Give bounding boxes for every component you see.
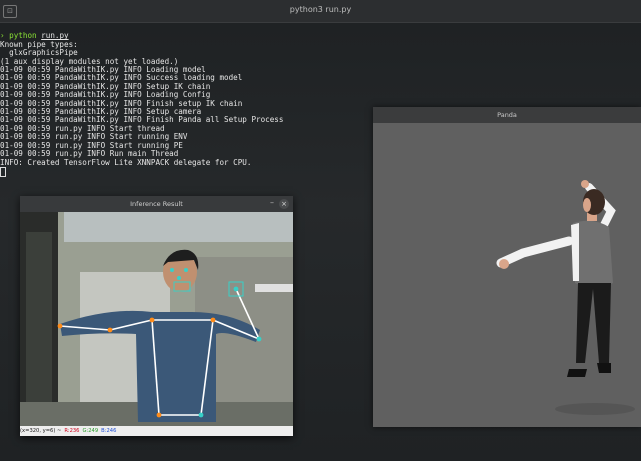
- terminal-output[interactable]: › python run.py Known pipe types: glxGrap…: [0, 24, 283, 194]
- cursor-coords: (x=320, y=6) ~: [20, 428, 62, 434]
- panda-3d-viewport[interactable]: [373, 123, 641, 427]
- terminal-line: INFO: Created TensorFlow Lite XNNPACK de…: [0, 157, 252, 167]
- avatar-left-hand: [499, 259, 509, 269]
- panda-title-bar[interactable]: Panda: [373, 107, 641, 123]
- terminal-title-bar[interactable]: ⊡ python3 run.py: [0, 0, 641, 23]
- avatar-left-shoe: [567, 369, 587, 377]
- inference-window[interactable]: Inference Result – × (x=320, y=6) ~ R:23…: [20, 196, 293, 436]
- avatar-left-arm: [496, 236, 574, 268]
- ceiling: [64, 212, 293, 242]
- avatar-3d-model: [496, 180, 635, 415]
- avatar-shirt: [571, 223, 579, 281]
- inference-camera-image[interactable]: [20, 212, 293, 426]
- pixel-red: R:236: [64, 428, 80, 434]
- terminal-cursor: [0, 166, 6, 177]
- panda-window[interactable]: Panda: [373, 107, 641, 427]
- pixel-blue: B:246: [101, 428, 117, 434]
- panda-title: Panda: [497, 111, 517, 119]
- pixel-green: G:249: [82, 428, 99, 434]
- avatar-right-hand: [581, 180, 589, 188]
- terminal-title: python3 run.py: [289, 5, 352, 14]
- terminal-cursor-line: [0, 166, 283, 177]
- close-button[interactable]: ×: [279, 199, 289, 209]
- minimize-button[interactable]: –: [270, 198, 274, 208]
- avatar-trousers: [576, 283, 611, 363]
- inference-title-bar[interactable]: Inference Result – ×: [20, 196, 293, 212]
- avatar-shadow: [555, 403, 635, 415]
- inference-title: Inference Result: [130, 200, 183, 208]
- avatar-right-shoe: [597, 363, 611, 373]
- pose-overlay: [20, 212, 293, 426]
- pixel-info-bar: (x=320, y=6) ~ R:236 G:249 B:246: [20, 426, 293, 436]
